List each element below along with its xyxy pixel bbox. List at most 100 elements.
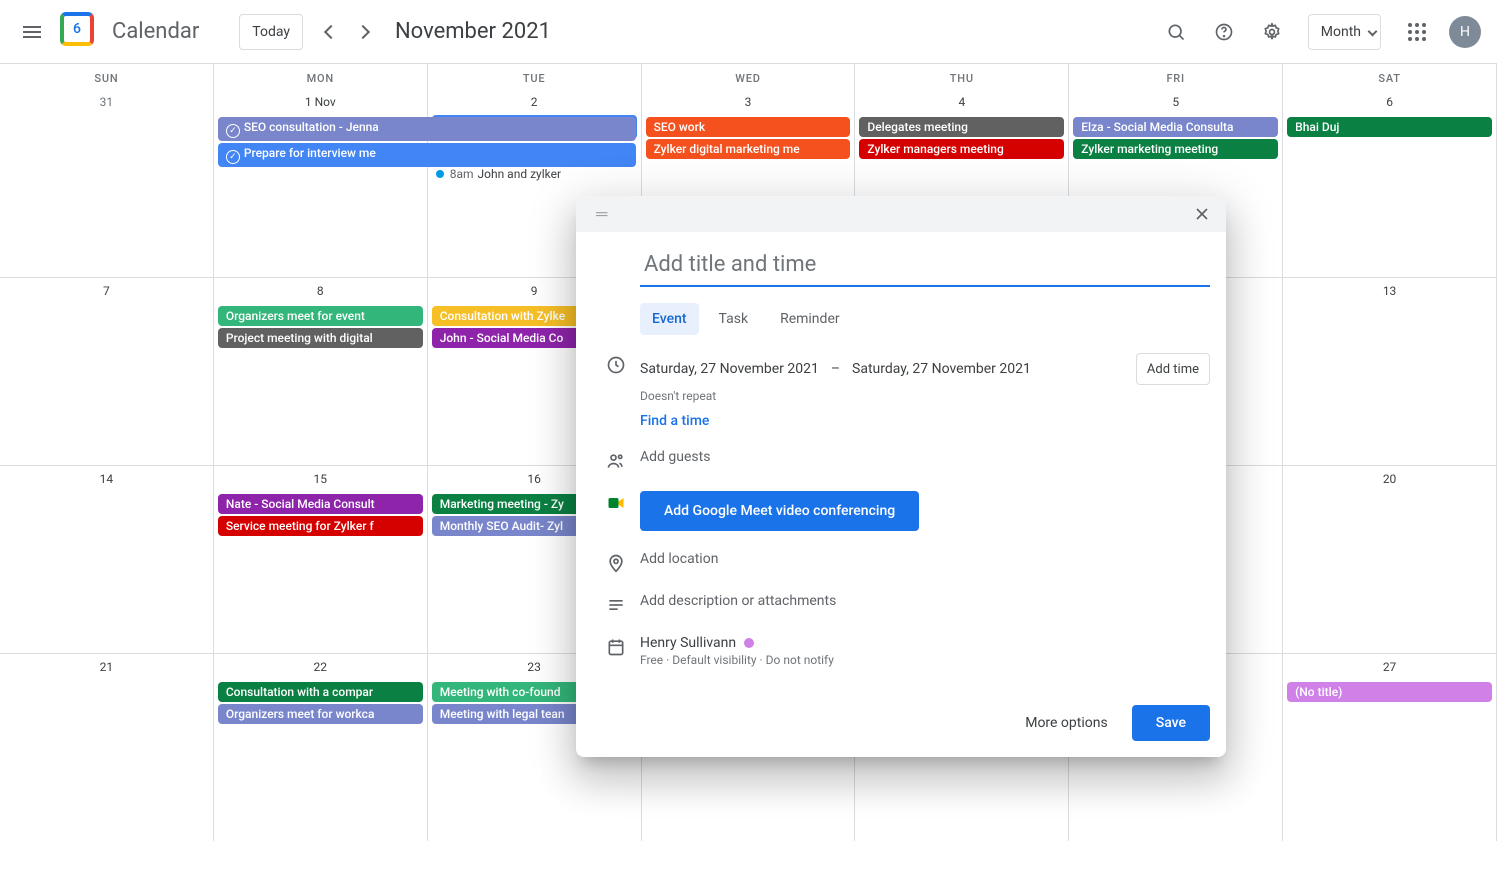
next-month-button[interactable] xyxy=(347,16,379,48)
calendar-event[interactable]: Project meeting with digital xyxy=(218,328,423,348)
add-google-meet-button[interactable]: Add Google Meet video conferencing xyxy=(640,491,919,531)
timed-event[interactable]: 8amJohn and zylker xyxy=(436,167,633,181)
day-header-row: SUNMONTUEWEDTHUFRISAT xyxy=(0,64,1497,89)
task-check-icon: ✓ xyxy=(226,124,240,138)
account-avatar[interactable]: H xyxy=(1449,16,1481,48)
end-date[interactable]: Saturday, 27 November 2021 xyxy=(852,361,1031,377)
day-cell[interactable]: 21 xyxy=(0,654,214,841)
day-number: 3 xyxy=(642,91,855,115)
day-header: FRI xyxy=(1069,64,1283,89)
day-number: 6 xyxy=(1283,91,1496,115)
visibility-sub[interactable]: Free · Default visibility · Do not notif… xyxy=(640,653,1210,667)
settings-button[interactable] xyxy=(1252,12,1292,52)
add-time-button[interactable]: Add time xyxy=(1136,353,1210,385)
calendar-event[interactable]: Consultation with a compar xyxy=(218,682,423,702)
main-menu-button[interactable] xyxy=(8,8,56,56)
current-month-label: November 2021 xyxy=(395,19,551,44)
event-title-input[interactable] xyxy=(640,248,1210,287)
calendar-event[interactable]: SEO work xyxy=(646,117,851,137)
today-button[interactable]: Today xyxy=(239,14,303,50)
calendar-color-dot xyxy=(744,638,754,648)
location-icon xyxy=(606,553,626,573)
day-number: 7 xyxy=(0,280,213,304)
day-header: WED xyxy=(642,64,856,89)
day-number: 15 xyxy=(214,468,427,492)
calendar-event[interactable]: Zylker digital marketing me xyxy=(646,139,851,159)
quick-add-popup: ═ Event Task Reminder Saturday, 27 Novem… xyxy=(576,196,1226,757)
clock-icon xyxy=(606,355,626,375)
calendar-event[interactable]: (No title) xyxy=(1287,682,1492,702)
save-button[interactable]: Save xyxy=(1132,705,1210,741)
day-number: 31 xyxy=(0,91,213,115)
chevron-down-icon xyxy=(1368,27,1378,37)
google-apps-button[interactable] xyxy=(1397,12,1437,52)
app-header: 6 Calendar Today November 2021 Month H xyxy=(0,0,1497,64)
prev-month-button[interactable] xyxy=(315,16,347,48)
more-options-button[interactable]: More options xyxy=(1013,705,1120,741)
gear-icon xyxy=(1262,22,1282,42)
add-description-field[interactable]: Add description or attachments xyxy=(640,593,836,609)
drag-handle-icon[interactable]: ═ xyxy=(596,204,605,224)
day-number: 5 xyxy=(1069,91,1282,115)
tab-reminder[interactable]: Reminder xyxy=(768,303,852,335)
day-cell[interactable]: 31 xyxy=(0,89,214,277)
day-header: THU xyxy=(855,64,1069,89)
search-icon xyxy=(1166,22,1186,42)
add-guests-field[interactable]: Add guests xyxy=(640,449,710,465)
day-cell[interactable]: 27(No title) xyxy=(1283,654,1497,841)
day-cell[interactable]: 1 Nov✓SEO consultation - Jenna✓Prepare f… xyxy=(214,89,428,277)
help-icon xyxy=(1214,22,1234,42)
close-icon xyxy=(1192,204,1212,224)
hamburger-icon xyxy=(23,26,41,38)
day-number: 22 xyxy=(214,656,427,680)
calendar-event[interactable]: Zylker managers meeting xyxy=(859,139,1064,159)
add-location-field[interactable]: Add location xyxy=(640,551,718,567)
day-header: TUE xyxy=(428,64,642,89)
calendar-event[interactable]: ✓Prepare for interview me xyxy=(218,143,636,167)
day-cell[interactable]: 7 xyxy=(0,278,214,465)
view-selector[interactable]: Month xyxy=(1308,14,1381,50)
calendar-event[interactable]: Bhai Duj xyxy=(1287,117,1492,137)
day-cell[interactable]: 14 xyxy=(0,466,214,653)
calendar-event[interactable]: Nate - Social Media Consult xyxy=(218,494,423,514)
day-header: SUN xyxy=(0,64,214,89)
app-title: Calendar xyxy=(112,19,199,44)
find-a-time-link[interactable]: Find a time xyxy=(640,413,709,429)
day-number: 20 xyxy=(1283,468,1496,492)
day-header: SAT xyxy=(1283,64,1497,89)
calendar-event[interactable]: ✓SEO consultation - Jenna xyxy=(218,117,636,141)
day-cell[interactable]: 15Nate - Social Media ConsultService mee… xyxy=(214,466,428,653)
calendar-event[interactable]: Organizers meet for workca xyxy=(218,704,423,724)
search-button[interactable] xyxy=(1156,12,1196,52)
calendar-event[interactable]: Organizers meet for event xyxy=(218,306,423,326)
calendar-logo: 6 xyxy=(60,12,100,52)
day-cell[interactable]: 13 xyxy=(1283,278,1497,465)
day-cell[interactable]: 8Organizers meet for eventProject meetin… xyxy=(214,278,428,465)
day-cell[interactable]: 6Bhai Duj xyxy=(1283,89,1497,277)
support-button[interactable] xyxy=(1204,12,1244,52)
task-check-icon: ✓ xyxy=(226,150,240,164)
calendar-event[interactable]: Zylker marketing meeting xyxy=(1073,139,1278,159)
apps-grid-icon xyxy=(1408,23,1426,41)
calendar-event[interactable]: Service meeting for Zylker f xyxy=(218,516,423,536)
calendar-event[interactable]: Delegates meeting xyxy=(859,117,1064,137)
tab-event[interactable]: Event xyxy=(640,303,699,335)
day-header: MON xyxy=(214,64,428,89)
day-number: 14 xyxy=(0,468,213,492)
day-number: 1 Nov xyxy=(214,91,427,115)
close-popup-button[interactable] xyxy=(1186,198,1218,230)
day-number: 4 xyxy=(855,91,1068,115)
day-number: 21 xyxy=(0,656,213,680)
day-cell[interactable]: 20 xyxy=(1283,466,1497,653)
repeat-label[interactable]: Doesn't repeat xyxy=(640,389,1210,403)
tab-task[interactable]: Task xyxy=(707,303,761,335)
start-date[interactable]: Saturday, 27 November 2021 xyxy=(640,361,819,377)
event-color-dot xyxy=(436,170,444,178)
calendar-owner-name: Henry Sullivann xyxy=(640,635,736,651)
day-number: 13 xyxy=(1283,280,1496,304)
day-cell[interactable]: 22Consultation with a comparOrganizers m… xyxy=(214,654,428,841)
calendar-icon xyxy=(606,637,626,657)
people-icon xyxy=(606,451,626,471)
chevron-left-icon xyxy=(324,24,338,38)
calendar-event[interactable]: Elza - Social Media Consulta xyxy=(1073,117,1278,137)
